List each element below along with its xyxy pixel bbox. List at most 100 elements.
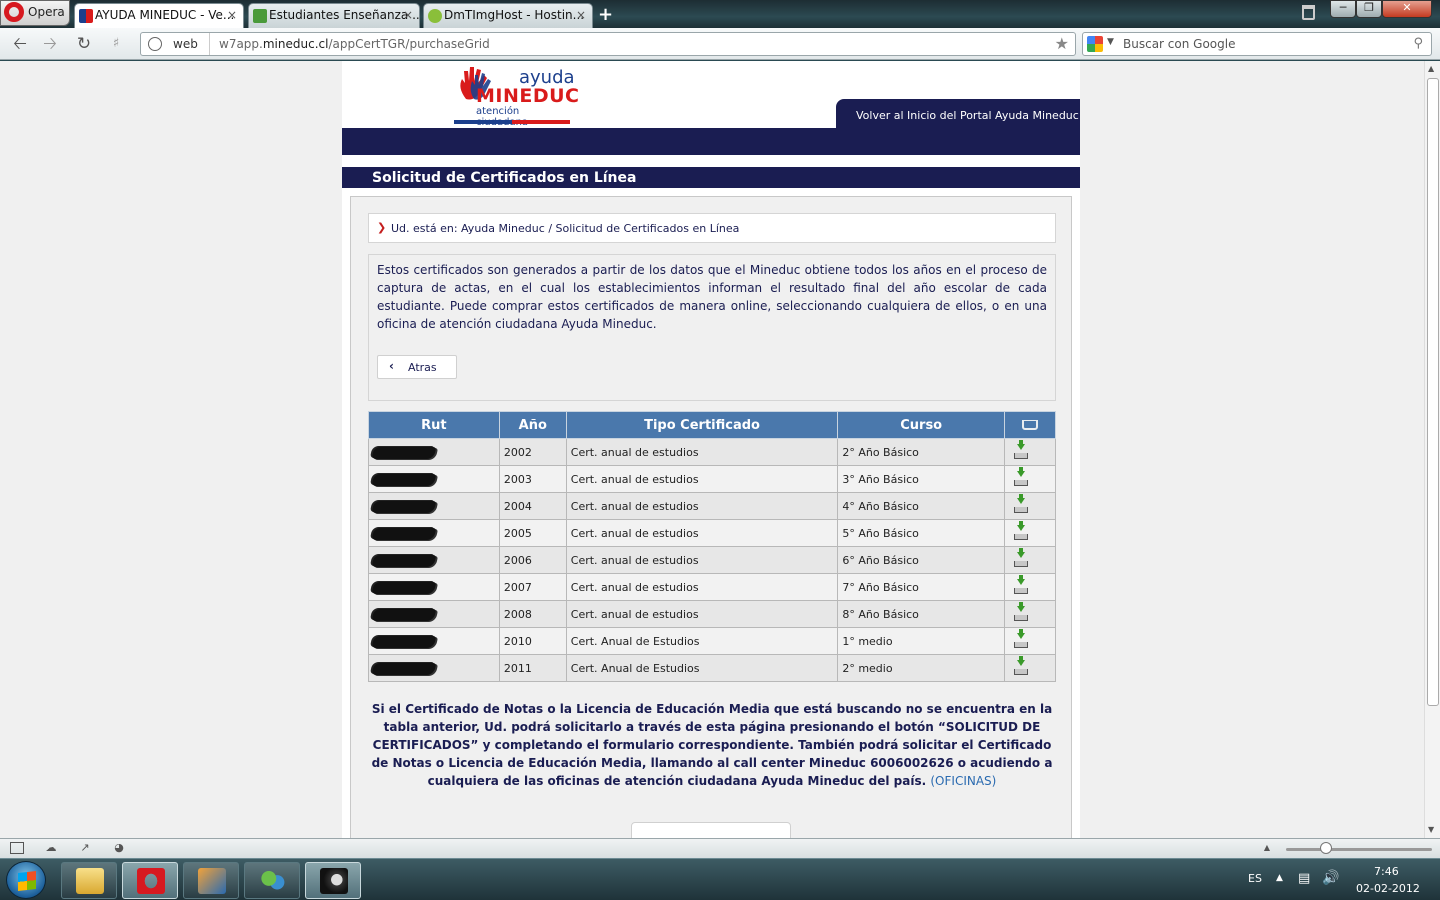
table-row[interactable]: 2008 Cert. anual de estudios 8° Año Básico	[368, 600, 1056, 628]
breadcrumb-chevron-icon: ❯	[377, 221, 387, 234]
type-cell: Cert. anual de estudios	[565, 438, 839, 466]
start-button[interactable]	[6, 861, 46, 899]
scroll-thumb[interactable]	[1427, 78, 1439, 706]
network-icon[interactable]: ▤	[1298, 871, 1310, 886]
scroll-down-icon[interactable]: ▼	[1428, 825, 1434, 834]
header-year[interactable]: Año	[498, 411, 567, 439]
logo-mineduc: MINEDUC	[476, 85, 580, 107]
forward-arrow-icon[interactable]: 🡢	[39, 33, 61, 55]
address-bar[interactable]: web w7app.mineduc.cl/appCertTGR/purchase…	[140, 32, 1076, 56]
table-row[interactable]: 2005 Cert. anual de estudios 5° Año Básico	[368, 519, 1056, 547]
new-tab-button[interactable]: +	[598, 4, 613, 25]
course-cell: 7° Año Básico	[837, 573, 1006, 601]
oficinas-link[interactable]: (OFICINAS)	[930, 774, 996, 788]
share-icon[interactable]: ↗	[78, 842, 92, 854]
taskbar-steam[interactable]	[305, 862, 361, 899]
download-icon[interactable]	[1013, 629, 1029, 649]
download-icon[interactable]	[1013, 521, 1029, 541]
header-rut[interactable]: Rut	[368, 411, 500, 439]
rut-cell	[368, 438, 500, 466]
header-type[interactable]: Tipo Certificado	[565, 411, 839, 439]
zoom-up-icon[interactable]: ▲	[1260, 842, 1274, 854]
tab-estudiantes[interactable]: Estudiantes Enseñanza ... ×	[248, 3, 420, 28]
close-window-button[interactable]: ✕	[1382, 0, 1432, 18]
cart-icon	[1022, 420, 1039, 430]
clock-date[interactable]: 02-02-2012	[1356, 882, 1420, 895]
panel-toggle-icon[interactable]	[10, 842, 24, 854]
type-cell: Cert. anual de estudios	[565, 519, 839, 547]
download-icon[interactable]	[1013, 575, 1029, 595]
download-icon[interactable]	[1013, 494, 1029, 514]
steam-icon	[320, 868, 348, 894]
course-cell: 1° medio	[837, 627, 1006, 655]
opera-menu-button[interactable]: Opera	[0, 0, 70, 26]
redacted-rut-mark	[371, 527, 437, 540]
download-icon[interactable]	[1013, 602, 1029, 622]
google-icon[interactable]	[1087, 36, 1103, 52]
back-arrow-icon[interactable]: 🡠	[9, 33, 31, 55]
redacted-rut-mark	[371, 500, 437, 513]
taskbar-media-player[interactable]	[183, 862, 239, 899]
maximize-button[interactable]: ❐	[1356, 0, 1382, 18]
table-row[interactable]: 2002 Cert. anual de estudios 2° Año Básico	[368, 438, 1056, 466]
redacted-rut-mark	[371, 662, 437, 675]
volume-icon[interactable]: 🔊	[1322, 870, 1339, 886]
zoom-slider-thumb[interactable]	[1320, 842, 1332, 854]
url-text[interactable]: w7app.mineduc.cl/appCertTGR/purchaseGrid	[219, 37, 490, 51]
back-button[interactable]: ‹ Atras	[377, 355, 457, 379]
close-tab-icon[interactable]: ×	[576, 8, 586, 22]
vertical-scrollbar[interactable]: ▲ ▼	[1424, 61, 1440, 838]
back-button-label: Atras	[408, 361, 437, 374]
search-icon[interactable]: ⚲	[1413, 36, 1423, 51]
header-course[interactable]: Curso	[837, 411, 1006, 439]
minimize-button[interactable]: ─	[1330, 0, 1356, 18]
tab-dmtimghost[interactable]: DmTImgHost - Hostin... ×	[423, 3, 593, 28]
reload-icon[interactable]: ↻	[73, 33, 95, 55]
trash-icon[interactable]	[1302, 5, 1315, 20]
table-row[interactable]: 2010 Cert. Anual de Estudios 1° medio	[368, 627, 1056, 655]
close-tab-icon[interactable]: ×	[403, 8, 413, 22]
download-icon[interactable]	[1013, 467, 1029, 487]
windows-logo-icon	[18, 871, 36, 891]
language-indicator[interactable]: ES	[1248, 872, 1262, 885]
key-icon[interactable]: ♯	[105, 33, 127, 55]
zoom-slider[interactable]	[1286, 848, 1432, 851]
clock-time[interactable]: 7:46	[1374, 865, 1399, 878]
chevron-down-icon[interactable]: ▼	[1107, 37, 1114, 47]
taskbar-messenger[interactable]	[244, 862, 300, 899]
close-tab-icon[interactable]: ×	[227, 8, 237, 22]
scroll-up-icon[interactable]: ▲	[1428, 64, 1434, 73]
table-row[interactable]: 2006 Cert. anual de estudios 6° Año Básico	[368, 546, 1056, 574]
speed-dial-icon[interactable]: ◕	[112, 842, 126, 854]
table-row[interactable]: 2011 Cert. Anual de Estudios 2° medio	[368, 654, 1056, 682]
download-icon[interactable]	[1013, 656, 1029, 676]
redacted-rut-mark	[371, 608, 437, 621]
download-cell	[1004, 465, 1056, 493]
browser-toolbar: 🡠 🡢 ↻ ♯ web w7app.mineduc.cl/appCertTGR/…	[0, 28, 1440, 60]
back-to-portal-link[interactable]: Volver al Inicio del Portal Ayuda Minedu…	[836, 99, 1080, 129]
year-cell: 2004	[498, 492, 567, 520]
redacted-rut-mark	[371, 581, 437, 594]
cloud-icon[interactable]: ☁	[44, 842, 58, 854]
taskbar-opera[interactable]	[122, 862, 178, 899]
year-cell: 2007	[498, 573, 567, 601]
notice-text: Si el Certificado de Notas o la Licencia…	[368, 700, 1056, 790]
table-row[interactable]: 2007 Cert. anual de estudios 7° Año Básico	[368, 573, 1056, 601]
bookmark-star-icon[interactable]: ★	[1055, 34, 1069, 53]
table-row[interactable]: 2003 Cert. anual de estudios 3° Año Básico	[368, 465, 1056, 493]
search-box[interactable]: ▼ Buscar con Google ⚲	[1082, 32, 1432, 56]
taskbar-explorer[interactable]	[61, 862, 117, 899]
solicitud-button[interactable]	[631, 822, 791, 838]
redacted-rut-mark	[371, 554, 437, 567]
download-icon[interactable]	[1013, 440, 1029, 460]
messenger-icon	[259, 868, 287, 894]
chevron-left-icon: ‹	[389, 359, 394, 373]
download-icon[interactable]	[1013, 548, 1029, 568]
tab-ayuda-mineduc[interactable]: AYUDA MINEDUC - Ve... ×	[74, 3, 244, 28]
tray-expand-icon[interactable]: ▲	[1276, 873, 1283, 883]
content-panel: ❯ Ud. está en: Ayuda Mineduc / Solicitud…	[350, 196, 1072, 838]
breadcrumb-separator: /	[548, 222, 553, 235]
breadcrumb-item-ayuda[interactable]: Ayuda Mineduc	[461, 222, 545, 235]
table-row[interactable]: 2004 Cert. anual de estudios 4° Año Básico	[368, 492, 1056, 520]
ayuda-mineduc-logo[interactable]: ayuda MINEDUC atención ciudadana	[454, 65, 579, 128]
